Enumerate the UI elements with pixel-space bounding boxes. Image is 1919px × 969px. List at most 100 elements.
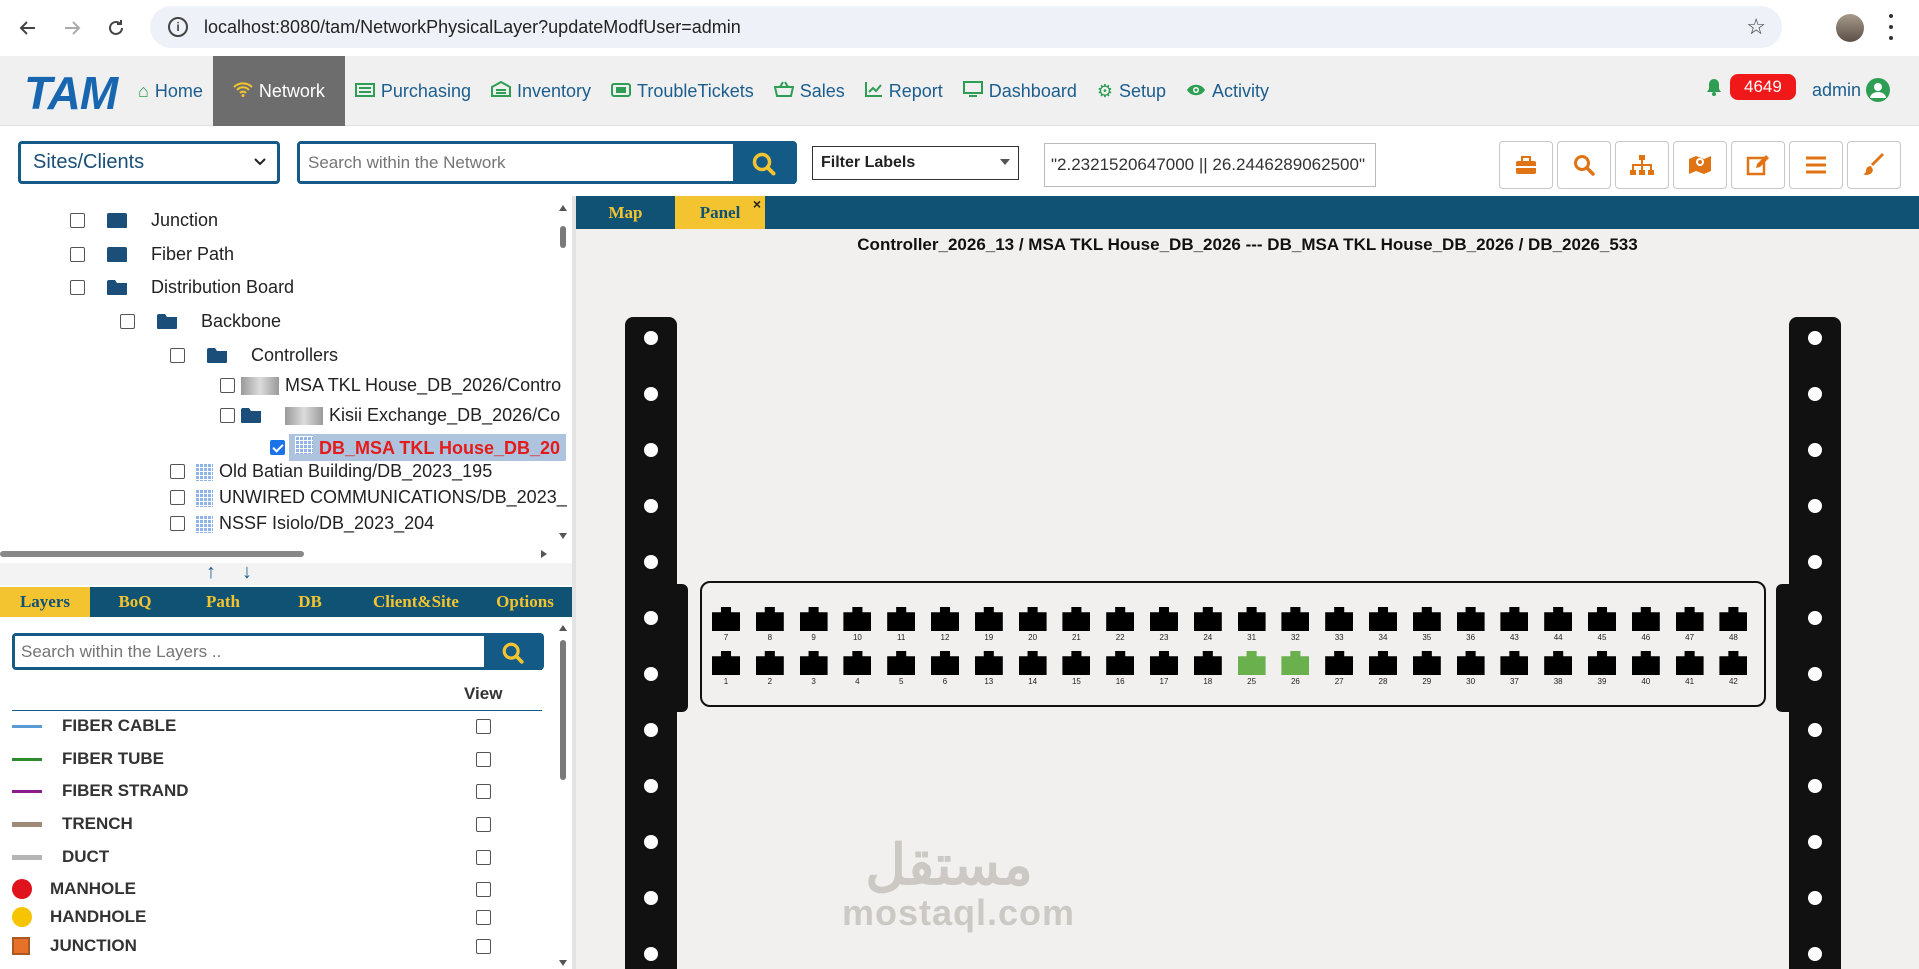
tree-checkbox[interactable] <box>170 348 185 363</box>
port-35[interactable] <box>1412 607 1441 631</box>
scrollbar-thumb[interactable] <box>0 551 304 557</box>
layer-view-checkbox[interactable] <box>476 909 491 925</box>
port-36[interactable] <box>1456 607 1485 631</box>
port-15[interactable] <box>1062 651 1091 675</box>
site-info-icon[interactable]: i <box>168 17 188 37</box>
port-32[interactable] <box>1281 607 1310 631</box>
layer-view-checkbox[interactable] <box>476 718 491 734</box>
menu-report[interactable]: Report <box>855 56 953 126</box>
back-arrow-icon[interactable] <box>6 6 50 50</box>
scrollbar-thumb[interactable] <box>560 640 566 780</box>
menu-network[interactable]: Network <box>212 56 345 126</box>
port-5[interactable] <box>887 651 916 675</box>
port-30[interactable] <box>1456 651 1485 675</box>
menu-purchasing[interactable]: Purchasing <box>345 56 481 126</box>
tree-node-old-batian[interactable]: Old Batian Building/DB_2023_195 <box>170 461 492 482</box>
filter-labels-select[interactable]: Filter Labels <box>812 146 1019 180</box>
port-6[interactable] <box>931 651 959 675</box>
map-marker-button[interactable] <box>1673 141 1727 189</box>
menu-troubletickets[interactable]: TroubleTickets <box>601 56 764 126</box>
port-43[interactable] <box>1500 607 1529 631</box>
tab-map[interactable]: Map <box>576 196 675 229</box>
address-bar[interactable]: i localhost:8080/tam/NetworkPhysicalLaye… <box>150 6 1782 48</box>
port-2[interactable] <box>755 651 784 675</box>
profile-avatar[interactable] <box>1836 14 1864 42</box>
menu-dashboard[interactable]: Dashboard <box>953 56 1087 126</box>
scrollbar-thumb[interactable] <box>560 226 566 248</box>
port-33[interactable] <box>1325 607 1354 631</box>
layer-view-checkbox[interactable] <box>476 816 491 832</box>
layers-search-button[interactable] <box>484 635 542 670</box>
scope-select[interactable]: Sites/Clients <box>18 141 280 184</box>
port-26[interactable] <box>1281 651 1310 675</box>
tree-node-backbone[interactable]: Backbone <box>120 311 281 332</box>
tab-layers[interactable]: Layers <box>0 587 90 617</box>
tab-path[interactable]: Path <box>180 587 266 617</box>
arrow-down-icon[interactable]: ↓ <box>242 561 252 584</box>
port-12[interactable] <box>931 607 959 631</box>
tree-checkbox[interactable] <box>70 280 85 295</box>
brush-button[interactable] <box>1847 141 1901 189</box>
port-22[interactable] <box>1106 607 1135 631</box>
port-42[interactable] <box>1719 651 1748 675</box>
tree-node-junction[interactable]: Junction <box>70 210 218 231</box>
tree-node-unwired[interactable]: UNWIRED COMMUNICATIONS/DB_2023_ <box>170 487 567 508</box>
port-47[interactable] <box>1675 607 1704 631</box>
tree-node-kisii-exchange[interactable]: Kisii Exchange_DB_2026/Co <box>220 405 560 426</box>
tree-node-distribution-board[interactable]: Distribution Board <box>70 277 294 298</box>
hierarchy-button[interactable] <box>1615 141 1669 189</box>
port-11[interactable] <box>887 607 916 631</box>
port-40[interactable] <box>1631 651 1660 675</box>
close-icon[interactable]: × <box>753 196 761 212</box>
port-31[interactable] <box>1237 607 1266 631</box>
port-13[interactable] <box>974 651 1003 675</box>
port-23[interactable] <box>1150 607 1178 631</box>
tree-vertical-scrollbar[interactable] <box>556 204 570 540</box>
app-logo[interactable]: TAM <box>24 66 118 120</box>
port-4[interactable] <box>843 651 872 675</box>
port-27[interactable] <box>1325 651 1354 675</box>
bookmark-star-icon[interactable]: ☆ <box>1746 14 1766 40</box>
port-34[interactable] <box>1369 607 1397 631</box>
port-48[interactable] <box>1719 607 1748 631</box>
tree-checkbox[interactable] <box>170 490 185 505</box>
port-38[interactable] <box>1544 651 1573 675</box>
search-tool-button[interactable] <box>1557 141 1611 189</box>
tree-checkbox[interactable] <box>70 213 85 228</box>
layers-search-input[interactable] <box>15 636 485 667</box>
port-45[interactable] <box>1588 607 1616 631</box>
port-37[interactable] <box>1500 651 1529 675</box>
tab-client-site[interactable]: Client&Site <box>354 587 478 617</box>
layer-view-checkbox[interactable] <box>476 938 491 954</box>
tree-checkbox[interactable] <box>170 464 185 479</box>
selected-node[interactable]: DB_MSA TKL House_DB_20 <box>289 434 567 461</box>
menu-home[interactable]: ⌂ Home <box>128 56 213 126</box>
tree-node-nssf-isiolo[interactable]: NSSF Isiolo/DB_2023_204 <box>170 513 434 534</box>
tree-checkbox[interactable] <box>220 408 235 423</box>
port-14[interactable] <box>1018 651 1047 675</box>
port-44[interactable] <box>1544 607 1573 631</box>
list-button[interactable] <box>1789 141 1843 189</box>
arrow-up-icon[interactable]: ↑ <box>206 561 216 584</box>
port-46[interactable] <box>1631 607 1660 631</box>
port-21[interactable] <box>1062 607 1091 631</box>
port-17[interactable] <box>1150 651 1178 675</box>
tree-node-db-msa-tkl-house-selected[interactable]: DB_MSA TKL House_DB_20 <box>270 434 567 461</box>
tree-node-msa-tkl-house[interactable]: MSA TKL House_DB_2026/Contro <box>220 375 561 396</box>
tab-boq[interactable]: BoQ <box>90 587 180 617</box>
menu-activity[interactable]: Activity <box>1176 56 1279 126</box>
port-28[interactable] <box>1369 651 1397 675</box>
port-3[interactable] <box>799 651 828 675</box>
tree-checkbox-checked[interactable] <box>270 440 285 455</box>
toolbox-button[interactable] <box>1499 141 1553 189</box>
layers-vertical-scrollbar[interactable] <box>556 622 570 969</box>
user-name[interactable]: admin <box>1812 80 1861 101</box>
tree-node-controllers[interactable]: Controllers <box>170 345 338 366</box>
port-10[interactable] <box>843 607 872 631</box>
forward-arrow-icon[interactable] <box>50 6 94 50</box>
tab-options[interactable]: Options <box>478 587 572 617</box>
port-29[interactable] <box>1412 651 1441 675</box>
port-24[interactable] <box>1193 607 1222 631</box>
notification-count-badge[interactable]: 4649 <box>1730 74 1796 100</box>
layer-view-checkbox[interactable] <box>476 783 491 799</box>
